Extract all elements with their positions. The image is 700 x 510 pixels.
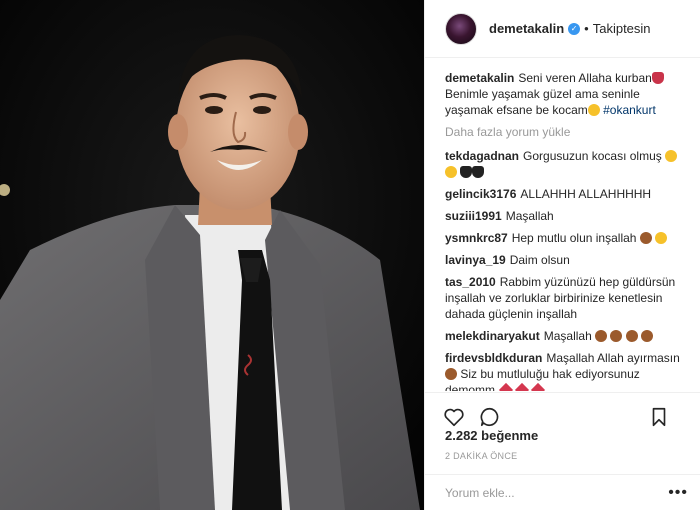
heart-icon	[531, 382, 546, 391]
comment-item: firdevsbldkduran Maşallah Allah ayırmasın…	[445, 350, 688, 391]
separator-dot: •	[584, 21, 589, 36]
action-bar	[425, 392, 700, 432]
comment-item: ysmnkrc87 Hep mutlu olun inşallah	[445, 230, 688, 246]
photo-illustration	[0, 0, 424, 510]
couple-emoji-icon	[625, 330, 638, 342]
comment-user[interactable]: ysmnkrc87	[445, 231, 508, 245]
hashtag-link[interactable]: #okankurt	[603, 103, 656, 117]
comment-text: Maşallah Allah ayırmasın	[546, 351, 680, 365]
smile-emoji-icon	[587, 104, 600, 116]
avatar[interactable]	[445, 12, 477, 45]
add-comment-bar: •••	[425, 474, 700, 510]
caption-text: Seni veren Allaha kurban	[518, 71, 652, 85]
pray-emoji-icon	[445, 368, 457, 380]
comment-text: ALLAHHH ALLAHHHHH	[520, 187, 652, 201]
comments-list: demetakalin Seni veren Allaha kurban Beni…	[425, 58, 700, 391]
comment-text: Maşallah	[505, 209, 554, 223]
pray-emoji-icon	[595, 330, 608, 342]
comment-icon[interactable]	[479, 406, 501, 428]
black-heart-icon	[472, 166, 485, 178]
comment-text: Hep mutlu olun inşallah	[511, 231, 637, 245]
comment-user[interactable]: lavinya_19	[445, 253, 506, 267]
laugh-emoji-icon	[445, 166, 457, 178]
load-more-comments[interactable]: Daha fazla yorum yükle	[445, 124, 688, 140]
comment-user[interactable]: tekdagadnan	[445, 149, 519, 163]
pray-emoji-icon	[610, 330, 623, 342]
options-icon[interactable]: •••	[668, 484, 688, 502]
follow-status[interactable]: Takiptesin	[593, 21, 651, 36]
comment-user[interactable]: tas_2010	[445, 275, 496, 289]
heart-icon	[515, 382, 530, 391]
comment-text: Gorgusuzun kocası olmuş	[523, 149, 662, 163]
comment-text: Daim olsun	[509, 253, 570, 267]
pray-emoji-icon	[639, 232, 652, 244]
comment-item: suziii1991 Maşallah	[445, 208, 688, 224]
comment-user[interactable]: suziii1991	[445, 209, 502, 223]
like-count[interactable]: 2.282 beğenme	[445, 428, 538, 443]
comment-item: tekdagadnan Gorgusuzun kocası olmuş	[445, 148, 688, 180]
comment-item: gelincik3176 ALLAHHH ALLAHHHHH	[445, 186, 688, 202]
post-header: demetakalin ✓ • Takiptesin	[425, 0, 700, 58]
like-icon[interactable]	[443, 406, 465, 428]
caption-user[interactable]: demetakalin	[445, 71, 514, 85]
post-time: 2 DAKİKA ÖNCE	[445, 451, 518, 461]
comment-text: Maşallah	[543, 329, 592, 343]
comment-item: tas_2010 Rabbim yüzünüzü hep güldürsün in…	[445, 274, 688, 322]
author-username[interactable]: demetakalin	[489, 21, 564, 36]
caption: demetakalin Seni veren Allaha kurban Beni…	[445, 70, 688, 118]
comment-item: lavinya_19 Daim olsun	[445, 252, 688, 268]
heart-emoji-icon	[651, 72, 664, 84]
couple-emoji-icon	[641, 330, 654, 342]
save-icon[interactable]	[648, 406, 670, 428]
comment-item: melekdinaryakut Maşallah	[445, 328, 688, 344]
verified-icon: ✓	[568, 22, 581, 35]
comment-user[interactable]: melekdinaryakut	[445, 329, 540, 343]
comment-user[interactable]: gelincik3176	[445, 187, 516, 201]
kiss-emoji-icon	[655, 232, 668, 244]
black-heart-icon	[460, 166, 473, 178]
post-panel: demetakalin ✓ • Takiptesin demetakalin Se…	[424, 0, 700, 510]
heart-icon	[499, 382, 514, 391]
comment-user[interactable]: firdevsbldkduran	[445, 351, 542, 365]
comment-input[interactable]	[445, 485, 669, 500]
laugh-emoji-icon	[665, 150, 678, 162]
post-photo[interactable]	[0, 0, 424, 510]
